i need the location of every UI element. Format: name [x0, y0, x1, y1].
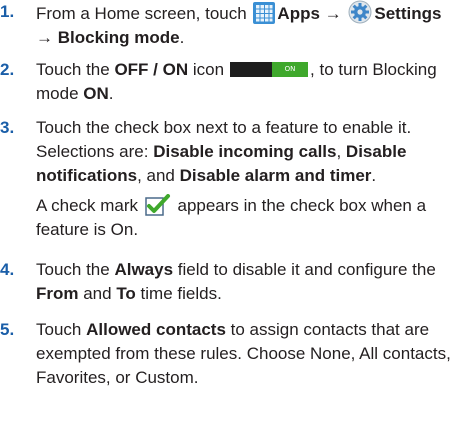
apps-grid-icon: [253, 2, 276, 24]
off-on-label: OFF / ON: [114, 60, 189, 79]
text-run: time fields.: [135, 284, 222, 303]
step-number: 4.: [0, 260, 15, 279]
text-run: ,: [336, 142, 346, 161]
text-run: to assign contacts that are: [225, 320, 430, 339]
text-run: Selections are:: [36, 142, 154, 161]
text-line: feature is On.: [36, 220, 139, 239]
on-off-toggle-icon: ON: [230, 62, 309, 77]
allowed-contacts-label: Allowed contacts: [86, 320, 226, 339]
text-run: .: [108, 84, 114, 103]
apps-label: Apps: [277, 4, 320, 23]
blocking-mode-label: Blocking mode: [57, 28, 180, 47]
on-label: ON: [83, 84, 109, 103]
step-number: 2.: [0, 60, 15, 79]
step-number: 3.: [0, 118, 15, 137]
step-text: Touch Allowed contacts to assign contact…: [36, 318, 473, 390]
step-text: Touch the Always field to disable it and…: [36, 258, 473, 306]
step-number: 1.: [0, 2, 15, 21]
to-label: To: [116, 284, 136, 303]
toggle-on-label: ON: [272, 62, 309, 77]
option-disable-notifications: Disable: [345, 142, 407, 161]
text-run: icon: [188, 60, 225, 79]
step-text: Touch the OFF / ON icon ON, to turn Block…: [36, 58, 473, 106]
text-run: mode: [36, 84, 84, 103]
text-run: A check mark: [36, 196, 143, 215]
text-run: Touch: [36, 320, 87, 339]
text-run: Touch the: [36, 60, 115, 79]
text-run: field to disable it and configure the: [173, 260, 436, 279]
step-text: From a Home screen, touch Apps → Setting…: [36, 0, 473, 50]
option-disable-notifications: notifications: [36, 166, 138, 185]
text-run: , to turn Blocking: [310, 60, 437, 79]
text-run: and: [78, 284, 117, 303]
settings-label: Settings: [374, 4, 442, 23]
text-run: From a Home screen, touch: [36, 4, 252, 23]
from-label: From: [36, 284, 79, 303]
text-run: appears in the check box when a: [172, 196, 427, 215]
settings-gear-icon: [348, 0, 372, 24]
option-disable-alarm-and-timer: Disable alarm and timer: [179, 166, 372, 185]
always-label: Always: [114, 260, 174, 279]
step-text: Touch the check box next to a feature to…: [36, 116, 473, 242]
option-disable-incoming-calls: Disable incoming calls: [153, 142, 337, 161]
arrow: →: [36, 28, 58, 47]
instruction-document: 1. From a Home screen, touch Apps → Sett…: [0, 0, 473, 430]
check-mark-icon: [145, 194, 170, 216]
text-line: Touch the check box next to a feature to…: [36, 118, 412, 137]
step-number: 5.: [0, 320, 15, 339]
text-run: .: [371, 166, 377, 185]
text-line: exempted from these rules. Choose None, …: [36, 344, 451, 363]
text-run: .: [179, 28, 185, 47]
text-line: Favorites, or Custom.: [36, 368, 199, 387]
text-run: Touch the: [36, 260, 115, 279]
text-run: , and: [137, 166, 180, 185]
arrow: →: [319, 4, 347, 23]
